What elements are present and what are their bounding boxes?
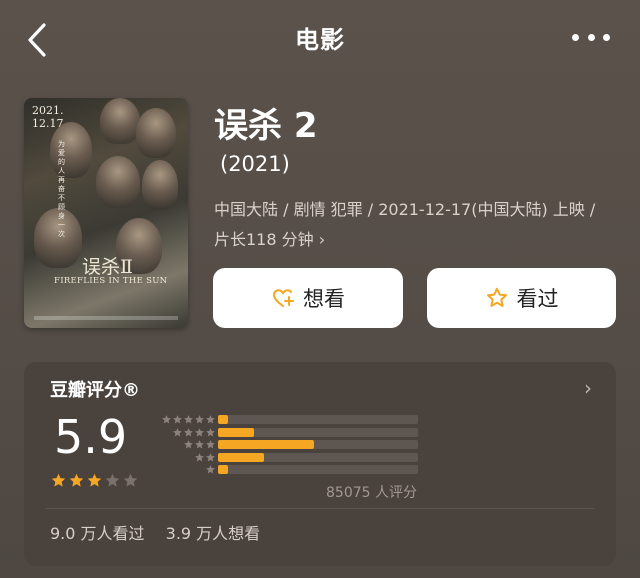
histogram-bar [218, 465, 228, 474]
star-small-icon [184, 440, 193, 449]
poster-credits [34, 316, 178, 320]
seen-label: 看过 [516, 287, 559, 311]
star-small-icon [206, 452, 215, 461]
poster-tagline: 为爱的人 再奋不顾身一次 [58, 140, 65, 238]
star-small-icon [206, 440, 215, 449]
star-small-icon [195, 415, 204, 424]
histogram-row-stars [194, 452, 216, 464]
histogram-track [218, 465, 418, 474]
star-small-icon [195, 440, 204, 449]
rating-count: 85075 人评分 [326, 485, 417, 501]
movie-meta-text: 中国大陆 / 剧情 犯罪 / 2021-12-17(中国大陆) 上映 / 片长1… [214, 200, 596, 249]
star-small-icon [206, 427, 215, 436]
star-small-icon [173, 415, 182, 424]
more-options-button[interactable] [572, 34, 610, 44]
dot-icon [572, 34, 579, 41]
watched-count: 9.0 万人看过 [50, 524, 145, 543]
rating-stars [50, 472, 140, 489]
star-small-icon [184, 415, 193, 424]
want-label: 想看 [303, 287, 345, 311]
star-small-icon [206, 465, 215, 474]
histogram-row-3-star [152, 439, 418, 451]
star-small-icon [173, 427, 182, 436]
movie-poster[interactable]: 2021. 12.17 为爱的人 再奋不顾身一次 误杀Ⅱ FIREFLIES I… [24, 98, 188, 328]
histogram-row-stars [205, 464, 216, 476]
star-small-icon [162, 415, 171, 424]
heart-plus-icon [272, 289, 294, 307]
histogram-bar [218, 452, 264, 462]
poster-figure [50, 122, 92, 178]
histogram-track [218, 427, 418, 437]
histogram-row-stars [183, 439, 216, 451]
histogram-bar [218, 427, 254, 437]
star-filled-icon [87, 473, 102, 487]
poster-figure [136, 108, 176, 158]
want-count: 3.9 万人想看 [165, 524, 261, 543]
movie-meta[interactable]: 中国大陆 / 剧情 犯罪 / 2021-12-17(中国大陆) 上映 / 片长1… [214, 195, 614, 255]
want-to-watch-button[interactable]: 想看 [213, 268, 403, 328]
histogram-track [218, 452, 418, 462]
top-bar: 电影 [0, 0, 640, 78]
poster-english-title: FIREFLIES IN THE SUN [54, 276, 168, 286]
star-empty-icon [105, 473, 120, 487]
page-title: 电影 [295, 26, 345, 54]
watched-button[interactable]: 看过 [427, 268, 616, 328]
movie-title: 误杀 2 [214, 106, 318, 146]
star-small-icon [195, 452, 204, 461]
audience-stats: 9.0 万人看过 3.9 万人想看 [50, 520, 276, 544]
chevron-right-icon: › [318, 230, 326, 249]
star-empty-icon [123, 473, 138, 487]
star-outline-icon [486, 287, 507, 307]
poster-figure [142, 160, 178, 210]
histogram-row-1-star [152, 464, 418, 476]
dot-icon [603, 34, 610, 41]
histogram-row-5-star [152, 414, 418, 426]
star-small-icon [206, 415, 215, 424]
rating-score: 5.9 [54, 410, 128, 464]
dot-icon [587, 34, 595, 41]
histogram-track [218, 415, 418, 424]
star-small-icon [184, 427, 193, 436]
movie-year: (2021) [220, 152, 290, 176]
histogram-row-2-star [152, 452, 418, 464]
histogram-bar [218, 415, 228, 424]
star-filled-icon [51, 473, 66, 487]
histogram-bar [218, 440, 314, 449]
histogram-row-stars [172, 427, 216, 439]
chevron-right-icon[interactable]: › [584, 376, 592, 400]
poster-figure [96, 156, 140, 208]
histogram-row-stars [161, 414, 216, 426]
divider [46, 508, 594, 509]
poster-figure [100, 98, 140, 144]
rating-header: 豆瓣评分® [50, 380, 140, 401]
histogram-track [218, 440, 418, 449]
star-small-icon [195, 427, 204, 436]
poster-title: 误杀Ⅱ [82, 256, 133, 278]
star-filled-icon [69, 473, 84, 487]
poster-date-line1: 2021. [32, 104, 64, 117]
histogram-row-4-star [152, 427, 418, 439]
rating-card[interactable]: 豆瓣评分® › 5.9 85075 人评分 9.0 万人看过 3.9 万人想看 [24, 362, 616, 566]
